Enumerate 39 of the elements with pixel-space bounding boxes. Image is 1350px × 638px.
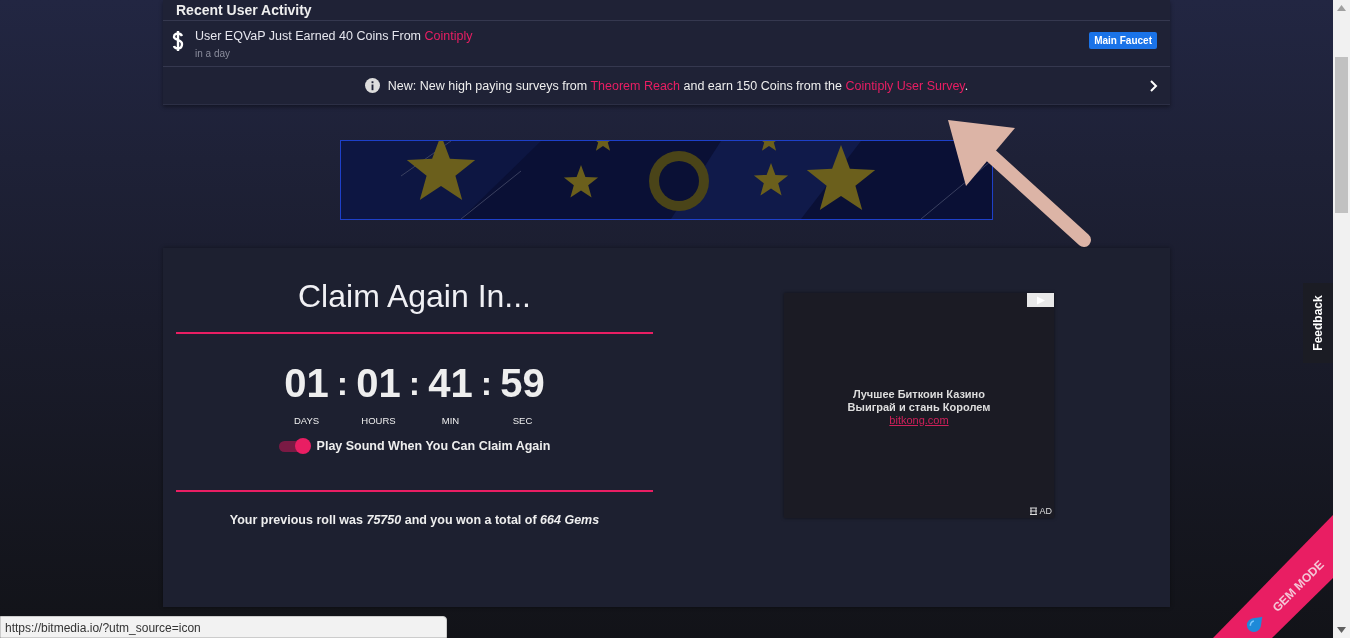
play-button[interactable] [1027, 293, 1054, 307]
notice-message: New: New high paying surveys from Theorem Reach and earn 150 Coins from the Cointiply User Survey. [387, 78, 969, 93]
countdown-value: 01 [356, 360, 401, 406]
status-url: https://bitmedia.io/?utm_source=icon [0, 616, 447, 638]
adchoices-icon [1029, 506, 1039, 516]
source-tag: Main Faucet [1089, 32, 1157, 49]
time-separator: : [336, 363, 349, 404]
time-separator: : [480, 363, 493, 404]
text-link[interactable]: Cointiply [424, 29, 473, 43]
countdown-label: DAYS [293, 415, 320, 426]
ad-link[interactable]: bitkong.com [889, 414, 949, 427]
info-icon [364, 78, 380, 93]
ad-text: Выиграй и стань Королем [847, 401, 991, 414]
gem-icon [1246, 616, 1263, 633]
scroll-down-icon[interactable] [1337, 627, 1346, 633]
scroll-up-icon[interactable] [1337, 5, 1346, 11]
feedback-tab[interactable]: Feedback [1303, 283, 1333, 363]
claim-title: Claim Again In... [298, 278, 531, 315]
text-link[interactable]: Cointiply User Survey [845, 78, 965, 93]
ad-label: AD [1039, 506, 1052, 516]
countdown-value: 41 [428, 360, 473, 406]
countdown-label: HOURS [361, 415, 396, 426]
countdown-value: 59 [500, 360, 545, 406]
chevron-right-icon[interactable] [1148, 79, 1160, 93]
countdown-label: MIN [441, 415, 460, 426]
text-link[interactable]: Theorem Reach [590, 78, 681, 93]
toggle-label: Play Sound When You Can Claim Again [316, 439, 551, 453]
scrollbar-thumb[interactable] [1335, 57, 1348, 213]
activity-message: User EQVaP Just Earned 40 Coins From Cointiply [195, 29, 474, 43]
countdown-label: SEC [512, 415, 533, 426]
sound-toggle[interactable] [278, 438, 311, 454]
ad-text: Лучшее Биткоин Казино [853, 388, 985, 401]
time-separator: : [408, 363, 421, 404]
countdown-value: 01 [284, 360, 329, 406]
previous-roll-text: Your previous roll was 75750 and you won a total of 664 Gems [229, 513, 600, 527]
scrollbar[interactable] [1333, 0, 1350, 638]
activity-time: in a day [195, 48, 232, 59]
dollar-icon [171, 29, 185, 53]
section-title: Recent User Activity [163, 0, 1170, 21]
